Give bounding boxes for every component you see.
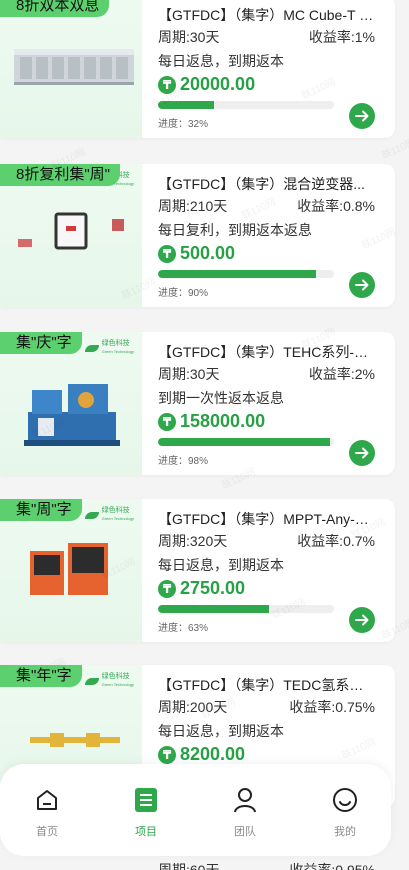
product-title: 【GTFDC】（集字）MC Cube-T Pro... xyxy=(158,7,376,23)
product-amount: 2750.00 xyxy=(180,578,246,598)
progress-bar xyxy=(158,605,334,613)
product-payout-method: 到期一次性返本返息 xyxy=(158,390,284,406)
product-image: 8折双本双息 xyxy=(0,0,142,138)
product-card[interactable]: 绿色科技 Green Technology 集"周"字 【GTFDC】（集字）MP… xyxy=(0,499,395,642)
mppt-controller-image xyxy=(30,543,110,602)
brand-logo: 绿色科技Green Technology xyxy=(84,673,134,689)
product-rate: 收益率:2% xyxy=(308,366,375,382)
product-image: 绿色科技Green Technology 8折复利集"周" xyxy=(0,164,142,307)
product-image: 绿色科技 Green Technology 集"周"字 xyxy=(0,499,142,642)
product-payout-method: 每日复利，到期返本返息 xyxy=(158,222,312,238)
progress-fill xyxy=(158,605,269,613)
promo-tag: 8折复利集"周" xyxy=(0,164,120,186)
progress-label: 进度：63% xyxy=(158,623,209,634)
product-period: 周期:320天 xyxy=(158,533,228,549)
product-payout-method: 每日返息，到期返本 xyxy=(158,53,284,69)
product-card[interactable]: 8折双本双息 【GTFDC】（集字）MC Cube-T Pro... 周期:30… xyxy=(0,0,395,138)
product-rate: 收益率:0.75% xyxy=(289,699,375,715)
product-title: 【GTFDC】（集字）TEDC氢系列-计... xyxy=(158,677,376,693)
product-title: 【GTFDC】（集字）混合逆变器... xyxy=(158,176,365,192)
product-period: 周期:210天 xyxy=(158,198,228,214)
promo-tag: 8折双本双息 xyxy=(0,0,110,17)
product-amount: 158000.00 xyxy=(180,411,266,431)
progress-label: 进度：90% xyxy=(158,288,209,299)
tab-label: 我的 xyxy=(334,826,356,838)
product-card[interactable]: 绿色科技Green Technology 8折复利集"周" 【GTFDC】（集字… xyxy=(0,164,395,307)
next-card-peek: 周期:60天 收益率:0.95% xyxy=(158,862,375,870)
tab-team[interactable]: 团队 xyxy=(215,786,275,839)
product-payout-method: 每日返息，到期返本 xyxy=(158,557,284,573)
bottom-tab-bar: 首页 项目 团队 我的 xyxy=(0,764,391,856)
inverter-image xyxy=(54,212,90,257)
container-cabinet-image xyxy=(14,47,134,90)
arrow-right-button[interactable] xyxy=(349,607,375,633)
product-rate: 收益率:1% xyxy=(308,29,375,45)
progress-bar xyxy=(158,101,334,109)
tab-projects[interactable]: 项目 xyxy=(116,786,176,839)
tenge-coin-icon: ₸ xyxy=(158,745,176,764)
tab-label: 项目 xyxy=(135,826,157,838)
tab-label: 首页 xyxy=(36,826,58,838)
hydrogen-meter-image xyxy=(30,731,120,756)
progress-bar xyxy=(158,438,334,446)
project-list-icon xyxy=(116,786,176,814)
arrow-right-button[interactable] xyxy=(349,272,375,298)
promo-tag: 集"庆"字 xyxy=(0,332,82,354)
tenge-coin-icon: ₸ xyxy=(158,244,176,263)
tenge-coin-icon: ₸ xyxy=(158,75,176,94)
product-rate: 收益率:0.8% xyxy=(297,198,375,214)
product-amount: 500.00 xyxy=(180,243,236,263)
arrow-right-icon xyxy=(355,110,369,122)
arrow-right-button[interactable] xyxy=(349,440,375,466)
team-person-icon xyxy=(215,786,275,814)
product-rate: 收益率:0.7% xyxy=(297,533,375,549)
hydraulic-unit-image xyxy=(24,372,124,457)
promo-tag: 集"周"字 xyxy=(0,499,82,521)
home-icon xyxy=(17,786,77,814)
product-period: 周期:200天 xyxy=(158,699,228,715)
brand-logo: 绿色科技Green Technology xyxy=(84,507,134,523)
tenge-coin-icon: ₸ xyxy=(158,579,176,598)
brand-logo: 绿色科技Green Technology xyxy=(84,340,134,356)
product-period: 周期:30天 xyxy=(158,366,220,382)
progress-fill xyxy=(158,438,331,446)
arrow-right-icon xyxy=(355,279,369,291)
product-amount: 20000.00 xyxy=(180,74,256,94)
tab-mine[interactable]: 我的 xyxy=(315,786,375,839)
product-amount: 8200.00 xyxy=(180,744,246,764)
arrow-right-icon xyxy=(355,614,369,626)
tab-home[interactable]: 首页 xyxy=(17,786,77,839)
product-title: 【GTFDC】（集字）TEHC系列-液驱... xyxy=(158,344,376,360)
smiley-profile-icon xyxy=(315,786,375,814)
product-period: 周期:30天 xyxy=(158,29,220,45)
product-list-page: 8折双本双息 【GTFDC】（集字）MC Cube-T Pro... 周期:30… xyxy=(0,0,409,870)
tenge-coin-icon: ₸ xyxy=(158,412,176,431)
arrow-right-icon xyxy=(355,447,369,459)
progress-fill xyxy=(158,101,215,109)
progress-fill xyxy=(158,270,317,278)
product-card[interactable]: 绿色科技 Green Technology 集"庆"字 【GTFDC】（集字）TE… xyxy=(0,332,395,475)
product-title: 【GTFDC】（集字）MPPT-Any-Grid... xyxy=(158,511,376,527)
progress-label: 进度：32% xyxy=(158,119,209,130)
progress-bar xyxy=(158,270,334,278)
progress-label: 进度：98% xyxy=(158,456,209,467)
product-image: 绿色科技 Green Technology 集"庆"字 xyxy=(0,332,142,475)
promo-tag: 集"年"字 xyxy=(0,665,82,687)
arrow-right-button[interactable] xyxy=(349,103,375,129)
tab-label: 团队 xyxy=(234,826,256,838)
product-payout-method: 每日返息，到期返本 xyxy=(158,723,284,739)
